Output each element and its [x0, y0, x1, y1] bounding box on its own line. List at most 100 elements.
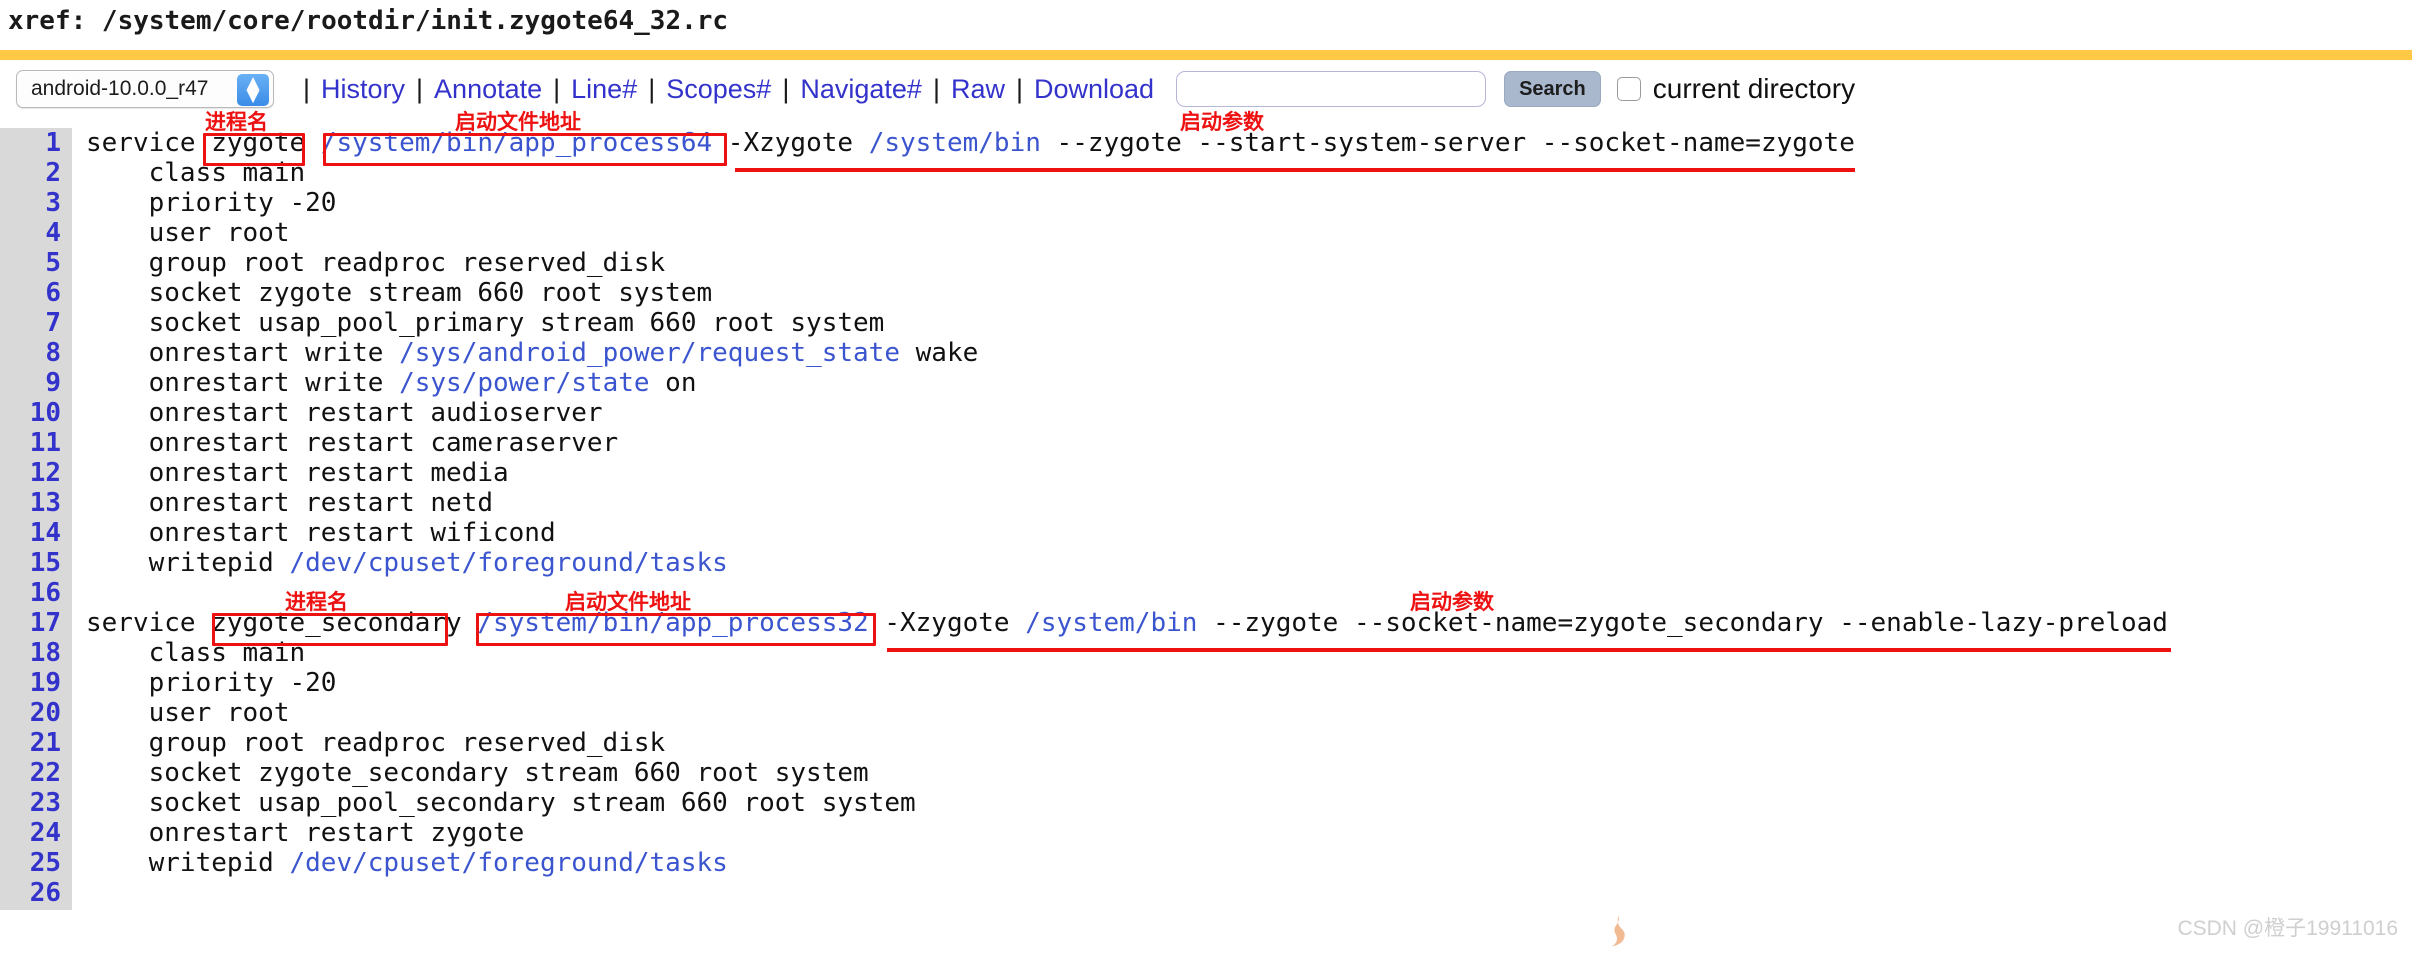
- line-number[interactable]: 6: [0, 278, 72, 308]
- code-text: socket zygote stream 660 root system: [86, 278, 713, 308]
- code-line: 21 group root readproc reserved_disk: [0, 728, 2412, 758]
- code-line: 1 service zygote /system/bin/app_process6…: [0, 128, 2412, 158]
- toolbar: android-10.0.0_r47 ▲ ▼ | History | Annot…: [0, 66, 2412, 112]
- watermark: CSDN @橙子19911016: [2177, 917, 2398, 940]
- code-line: 8 onrestart write /sys/android_power/req…: [0, 338, 2412, 368]
- code-text: writepid: [86, 548, 290, 578]
- code-text: priority -20: [86, 668, 337, 698]
- code-line: 9 onrestart write /sys/power/state on: [0, 368, 2412, 398]
- line-number[interactable]: 22: [0, 758, 72, 788]
- line-number[interactable]: 15: [0, 548, 72, 578]
- code-line-text: socket usap_pool_primary stream 660 root…: [72, 308, 885, 338]
- code-line-text: priority -20: [72, 668, 337, 698]
- code-text: service: [86, 608, 212, 638]
- code-line-text: class main: [72, 638, 306, 668]
- code-text: onrestart write: [86, 368, 400, 398]
- code-line: 14 onrestart restart wificond: [0, 518, 2412, 548]
- code-line: 4 user root: [0, 218, 2412, 248]
- code-line: 25 writepid /dev/cpuset/foreground/tasks: [0, 848, 2412, 878]
- version-select-value: android-10.0.0_r47: [31, 77, 209, 100]
- code-path-link[interactable]: /sys/android_power/request_state: [399, 338, 900, 368]
- line-number[interactable]: 13: [0, 488, 72, 518]
- code-line-text: user root: [72, 218, 290, 248]
- code-path-link[interactable]: /system/bin: [869, 128, 1041, 158]
- code-text: onrestart restart wificond: [86, 518, 556, 548]
- code-path-link[interactable]: /system/bin: [1025, 608, 1197, 638]
- line-number[interactable]: 11: [0, 428, 72, 458]
- code-line: 24 onrestart restart zygote: [0, 818, 2412, 848]
- nav-link-raw[interactable]: Raw: [951, 74, 1005, 105]
- flame-icon: [1611, 916, 1625, 947]
- version-select[interactable]: android-10.0.0_r47 ▲ ▼: [16, 70, 274, 108]
- code-text: onrestart restart zygote: [86, 818, 525, 848]
- line-number[interactable]: 26: [0, 878, 72, 908]
- line-number[interactable]: 25: [0, 848, 72, 878]
- code-text: socket usap_pool_secondary stream 660 ro…: [86, 788, 916, 818]
- code-line: 3 priority -20: [0, 188, 2412, 218]
- code-path-link[interactable]: /system/bin/app_process64: [321, 128, 712, 158]
- code-line: 26: [0, 878, 2412, 908]
- code-text: --zygote --start-system-server --socket-…: [1040, 128, 1855, 158]
- current-directory-label: current directory: [1652, 73, 1856, 104]
- code-text: onrestart restart netd: [86, 488, 493, 518]
- code-text: onrestart restart cameraserver: [86, 428, 619, 458]
- nav-link-scopes[interactable]: Scopes#: [666, 74, 771, 105]
- code-line: 19 priority -20: [0, 668, 2412, 698]
- code-line: 17 service zygote_secondary /system/bin/a…: [0, 608, 2412, 638]
- code-path-link[interactable]: /dev/cpuset/foreground/tasks: [290, 548, 728, 578]
- nav-link-annotate[interactable]: Annotate: [434, 74, 542, 105]
- code-text: writepid: [86, 848, 290, 878]
- line-number[interactable]: 20: [0, 698, 72, 728]
- line-number[interactable]: 7: [0, 308, 72, 338]
- nav-link-download[interactable]: Download: [1034, 74, 1154, 105]
- nav-link-navigate[interactable]: Navigate#: [800, 74, 922, 105]
- code-text: -Xzygote: [712, 128, 869, 158]
- code-line: 7 socket usap_pool_primary stream 660 ro…: [0, 308, 2412, 338]
- current-directory-checkbox[interactable]: [1616, 77, 1641, 101]
- line-number[interactable]: 8: [0, 338, 72, 368]
- code-text: onrestart write: [86, 338, 400, 368]
- code-line: 6 socket zygote stream 660 root system: [0, 278, 2412, 308]
- search-button[interactable]: Search: [1504, 71, 1601, 107]
- line-number[interactable]: 17: [0, 608, 72, 638]
- line-number[interactable]: 3: [0, 188, 72, 218]
- code-text: class main: [86, 158, 306, 188]
- code-line: 16: [0, 578, 2412, 608]
- code-line-text: group root readproc reserved_disk: [72, 248, 666, 278]
- code-text: group root readproc reserved_disk: [86, 728, 666, 758]
- nav-separator: |: [553, 73, 561, 104]
- code-path-link[interactable]: /sys/power/state: [399, 368, 649, 398]
- code-line-text: service zygote_secondary /system/bin/app…: [72, 608, 2168, 638]
- line-number[interactable]: 5: [0, 248, 72, 278]
- line-number[interactable]: 21: [0, 728, 72, 758]
- line-number[interactable]: 16: [0, 578, 72, 608]
- code-text: --zygote --socket-name=zygote_secondary …: [1197, 608, 2168, 638]
- code-text: socket zygote_secondary stream 660 root …: [86, 758, 869, 788]
- code-line-text: group root readproc reserved_disk: [72, 728, 666, 758]
- line-number[interactable]: 9: [0, 368, 72, 398]
- nav-link-line-number[interactable]: Line#: [571, 74, 637, 105]
- nav-link-history[interactable]: History: [321, 74, 405, 105]
- line-number[interactable]: 2: [0, 158, 72, 188]
- code-line: 12 onrestart restart media: [0, 458, 2412, 488]
- line-number[interactable]: 12: [0, 458, 72, 488]
- code-path-link[interactable]: /system/bin/app_process32: [477, 608, 868, 638]
- line-number[interactable]: 23: [0, 788, 72, 818]
- nav-separator: |: [1015, 73, 1023, 104]
- search-input[interactable]: [1176, 71, 1487, 107]
- code-line-text: onrestart restart wificond: [72, 518, 556, 548]
- code-text: user root: [86, 698, 290, 728]
- header-divider: [0, 50, 2412, 60]
- line-number[interactable]: 1: [0, 128, 72, 158]
- code-path-link[interactable]: /dev/cpuset/foreground/tasks: [290, 848, 728, 878]
- line-number[interactable]: 18: [0, 638, 72, 668]
- line-number[interactable]: 4: [0, 218, 72, 248]
- line-number[interactable]: 19: [0, 668, 72, 698]
- line-number[interactable]: 24: [0, 818, 72, 848]
- code-text: wake: [899, 338, 979, 368]
- code-line-text: writepid /dev/cpuset/foreground/tasks: [72, 848, 728, 878]
- code-line: 22 socket zygote_secondary stream 660 ro…: [0, 758, 2412, 788]
- line-number[interactable]: 14: [0, 518, 72, 548]
- line-number[interactable]: 10: [0, 398, 72, 428]
- stepper-up-down-icon[interactable]: ▲ ▼: [237, 74, 269, 106]
